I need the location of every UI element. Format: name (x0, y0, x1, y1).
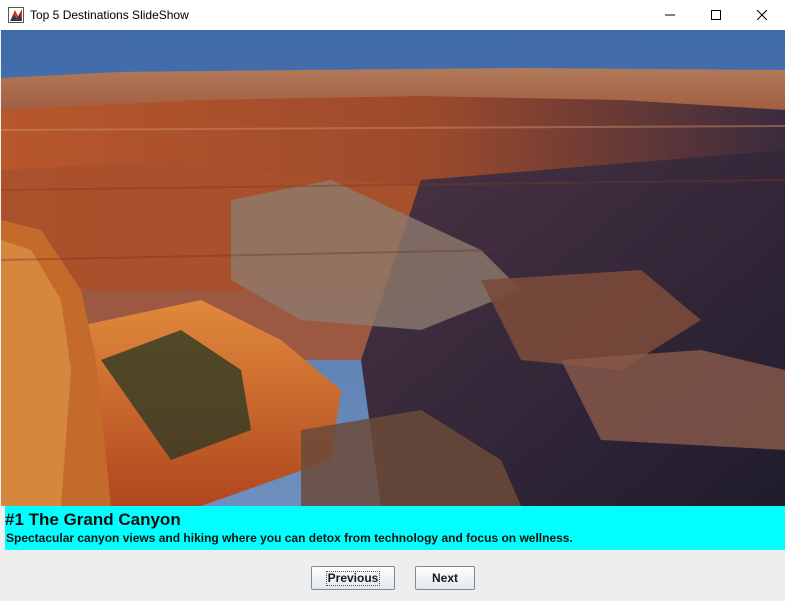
grand-canyon-photo (1, 30, 785, 506)
java-app-icon (8, 7, 24, 23)
window-title: Top 5 Destinations SlideShow (30, 8, 189, 22)
slide-caption: #1 The Grand Canyon Spectacular canyon v… (5, 506, 785, 550)
minimize-button[interactable] (647, 0, 693, 30)
button-bar: Previous Next (0, 550, 785, 601)
close-button[interactable] (739, 0, 785, 30)
previous-button[interactable]: Previous (311, 566, 395, 590)
window-controls (647, 0, 785, 30)
maximize-button[interactable] (693, 0, 739, 30)
app-window: Top 5 Destinations SlideShow #1 The Gran… (0, 0, 785, 601)
slide-title: #1 The Grand Canyon (5, 510, 181, 529)
next-button-label: Next (431, 571, 458, 585)
minimize-icon (665, 14, 675, 16)
title-bar[interactable]: Top 5 Destinations SlideShow (0, 0, 785, 30)
previous-button-label: Previous (325, 570, 381, 586)
close-icon (757, 10, 767, 20)
next-button[interactable]: Next (415, 566, 475, 590)
slide-description: Spectacular canyon views and hiking wher… (6, 531, 573, 545)
maximize-icon (711, 10, 721, 20)
